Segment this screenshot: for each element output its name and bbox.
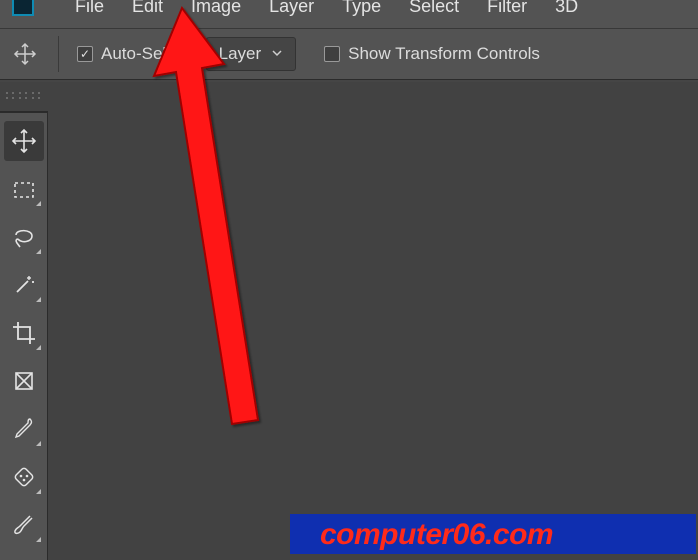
tool-submenu-indicator-icon xyxy=(36,249,41,254)
toolbox xyxy=(0,112,48,560)
magic-wand-tool[interactable] xyxy=(4,265,44,305)
healing-brush-tool[interactable] xyxy=(4,457,44,497)
tool-submenu-indicator-icon xyxy=(36,345,41,350)
frame-tool[interactable] xyxy=(4,361,44,401)
tool-submenu-indicator-icon xyxy=(36,489,41,494)
menu-edit[interactable]: Edit xyxy=(121,0,174,15)
panel-dock-handle[interactable] xyxy=(0,82,48,112)
menu-type[interactable]: Type xyxy=(331,0,392,15)
show-transform-checkbox[interactable] xyxy=(324,46,340,62)
layer-dropdown-value: Layer xyxy=(219,44,262,64)
show-transform-label: Show Transform Controls xyxy=(348,44,540,64)
move-tool[interactable] xyxy=(4,121,44,161)
marquee-tool[interactable] xyxy=(4,169,44,209)
menu-image[interactable]: Image xyxy=(180,0,252,15)
app-icon xyxy=(12,0,34,16)
option-bar: Auto-Select: Layer Show Transform Contro… xyxy=(0,28,698,80)
eyedropper-tool[interactable] xyxy=(4,409,44,449)
menu-layer[interactable]: Layer xyxy=(258,0,325,15)
menu-select[interactable]: Select xyxy=(398,0,470,15)
crop-tool[interactable] xyxy=(4,313,44,353)
tool-submenu-indicator-icon xyxy=(36,201,41,206)
move-tool-indicator-icon xyxy=(10,39,40,69)
lasso-tool[interactable] xyxy=(4,217,44,257)
tool-submenu-indicator-icon xyxy=(36,297,41,302)
menu-bar: File Edit Image Layer Type Select Filter… xyxy=(0,0,698,28)
chevron-down-icon xyxy=(271,44,283,64)
menu-3d[interactable]: 3D xyxy=(544,0,589,15)
brush-tool[interactable] xyxy=(4,505,44,545)
tool-submenu-indicator-icon xyxy=(36,537,41,542)
watermark-text: computer06.com xyxy=(320,518,553,552)
layer-group-dropdown[interactable]: Layer xyxy=(206,37,297,71)
menu-file[interactable]: File xyxy=(64,0,115,15)
tool-submenu-indicator-icon xyxy=(36,441,41,446)
auto-select-checkbox[interactable] xyxy=(77,46,93,62)
option-divider xyxy=(58,36,59,72)
menu-filter[interactable]: Filter xyxy=(476,0,538,15)
document-canvas[interactable] xyxy=(48,82,698,560)
auto-select-label: Auto-Select: xyxy=(101,44,194,64)
